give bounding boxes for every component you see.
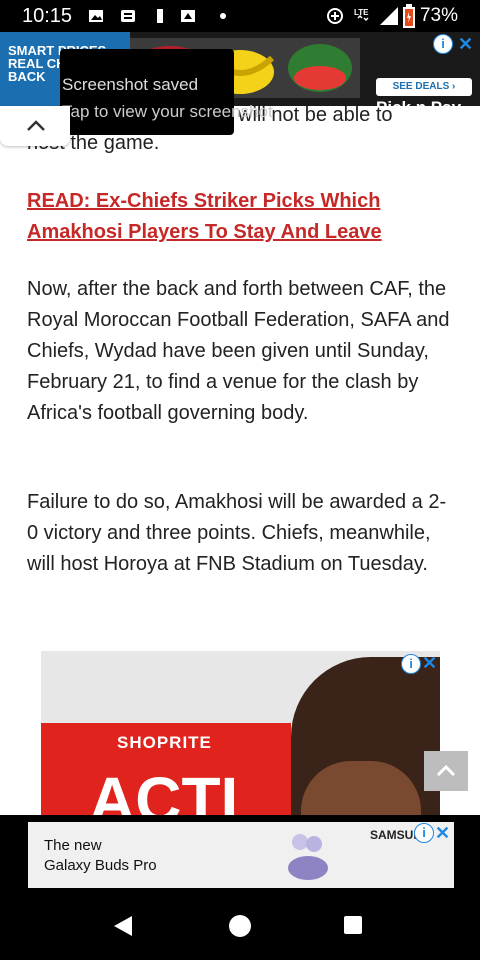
back-icon[interactable] bbox=[112, 914, 134, 938]
ad-info-icon[interactable]: i bbox=[401, 654, 421, 674]
scroll-to-top-button[interactable] bbox=[424, 751, 468, 791]
ad-info-icon[interactable]: i bbox=[414, 823, 434, 843]
toast-subtitle: Tap to view your screenshot bbox=[62, 102, 273, 121]
ad-text: The new Galaxy Buds Pro bbox=[44, 836, 157, 876]
shoprite-ad[interactable]: SHOPRITE ACTI i ✕ bbox=[41, 651, 440, 816]
article-paragraph: Failure to do so, Amakhosi will be award… bbox=[27, 491, 447, 575]
status-time: 10:15 bbox=[22, 5, 73, 27]
status-bar: 10:15 LTE 73% bbox=[0, 0, 480, 32]
screenshot-icon bbox=[181, 10, 195, 22]
battery-icon bbox=[403, 4, 415, 28]
system-nav-bar bbox=[0, 891, 480, 960]
article-paragraph: Now, after the back and forth between CA… bbox=[27, 278, 450, 424]
collapse-chevron-button[interactable] bbox=[0, 106, 70, 146]
chevron-up-icon bbox=[27, 120, 45, 131]
signal-icon bbox=[380, 7, 398, 25]
read-more-link[interactable]: READ: Ex-Chiefs Striker Picks Which Amak… bbox=[27, 186, 457, 248]
ad-text-line: Galaxy Buds Pro bbox=[44, 857, 157, 874]
chevron-up-icon bbox=[436, 764, 456, 777]
ad-close-icon[interactable]: ✕ bbox=[422, 654, 437, 672]
ad-close-icon[interactable]: ✕ bbox=[435, 824, 450, 842]
recents-icon[interactable] bbox=[343, 915, 363, 935]
samsung-ad[interactable]: The new Galaxy Buds Pro SAMSUNG i ✕ bbox=[28, 822, 454, 888]
svg-text:LTE: LTE bbox=[354, 8, 369, 17]
ad-text-line: The new bbox=[44, 837, 102, 854]
lte-icon: LTE bbox=[354, 8, 369, 22]
ad-headline: ACTI bbox=[89, 764, 239, 816]
data-saver-icon bbox=[327, 8, 343, 24]
image-icon bbox=[89, 10, 103, 22]
ad-brand-logo: SHOPRITE bbox=[117, 733, 212, 752]
see-deals-button[interactable]: SEE DEALS › bbox=[376, 78, 472, 96]
ad-info-icon[interactable]: i bbox=[433, 34, 453, 54]
battery-saver-icon bbox=[157, 9, 163, 23]
earbuds-image bbox=[288, 834, 328, 880]
ad-close-icon[interactable]: ✕ bbox=[458, 35, 473, 53]
message-icon bbox=[121, 10, 135, 22]
toast-title: Screenshot saved bbox=[62, 75, 199, 94]
home-icon[interactable] bbox=[228, 914, 252, 938]
screenshot-toast[interactable]: Screenshot saved Tap to view your screen… bbox=[60, 49, 273, 135]
battery-percent: 73% bbox=[419, 5, 458, 26]
dot-icon bbox=[220, 13, 226, 19]
